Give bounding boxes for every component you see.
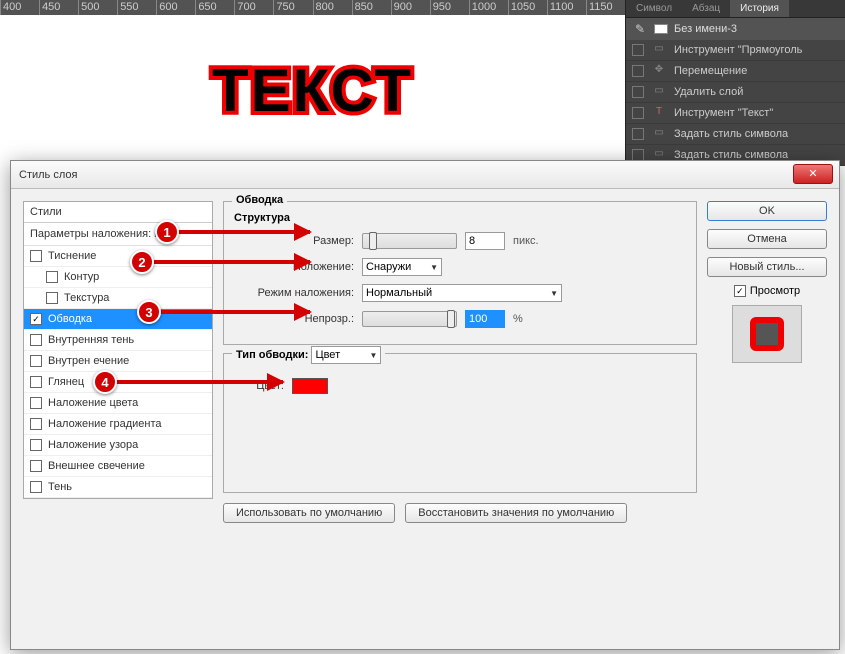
history-item[interactable]: ▭Инструмент "Прямоуголь: [626, 40, 845, 61]
blend-mode-select[interactable]: Нормальный▼: [362, 284, 562, 302]
text-style-icon: ▭: [652, 127, 666, 141]
document-canvas[interactable]: ТЕКСТ: [0, 15, 625, 165]
annotation-badge-4: 4: [93, 370, 117, 394]
style-item-inner-shadow[interactable]: Внутренняя тень: [24, 330, 212, 351]
color-swatch: [654, 24, 668, 34]
preview-thumbnail: [732, 305, 802, 363]
size-unit: пикс.: [513, 235, 539, 247]
checkbox[interactable]: [46, 292, 58, 304]
size-slider[interactable]: [362, 233, 457, 249]
text-tool-icon: T: [652, 106, 666, 120]
fieldset-legend: Обводка: [232, 194, 287, 206]
close-button[interactable]: ✕: [793, 164, 833, 184]
tab-history[interactable]: История: [730, 0, 789, 17]
chevron-down-icon: ▼: [370, 351, 378, 360]
delete-icon: ▭: [652, 85, 666, 99]
checkbox[interactable]: [30, 481, 42, 493]
brush-icon: ✎: [632, 21, 648, 37]
history-list: ▭Инструмент "Прямоуголь ✥Перемещение ▭Уд…: [626, 40, 845, 166]
annotation-badge-1: 1: [155, 220, 179, 244]
ok-button[interactable]: OK: [707, 201, 827, 221]
opacity-unit: %: [513, 313, 523, 325]
preview-checkbox[interactable]: [734, 285, 746, 297]
style-item-drop-shadow[interactable]: Тень: [24, 477, 212, 498]
history-item[interactable]: TИнструмент "Текст": [626, 103, 845, 124]
chevron-down-icon: ▼: [550, 289, 558, 298]
checkbox[interactable]: [30, 334, 42, 346]
style-item-contour[interactable]: Контур: [24, 267, 212, 288]
history-item[interactable]: ▭Задать стиль символа: [626, 124, 845, 145]
checkbox[interactable]: [30, 460, 42, 472]
new-style-button[interactable]: Новый стиль...: [707, 257, 827, 277]
opacity-input[interactable]: [465, 310, 505, 328]
chevron-down-icon: ▼: [430, 263, 438, 272]
preview-label: Просмотр: [750, 285, 800, 297]
checkbox[interactable]: [30, 250, 42, 262]
annotation-arrow: [175, 230, 310, 234]
history-item[interactable]: ✥Перемещение: [626, 61, 845, 82]
tab-symbol[interactable]: Символ: [626, 0, 682, 17]
reset-default-button[interactable]: Восстановить значения по умолчанию: [405, 503, 627, 523]
dialog-title: Стиль слоя: [19, 169, 77, 181]
checkbox[interactable]: [30, 313, 42, 325]
annotation-arrow: [150, 260, 310, 264]
horizontal-ruler: 4004505005506006507007508008509009501000…: [0, 0, 625, 15]
style-item-texture[interactable]: Текстура: [24, 288, 212, 309]
style-item-gradient-overlay[interactable]: Наложение градиента: [24, 414, 212, 435]
blend-options-row[interactable]: Параметры наложения: п: [24, 223, 212, 246]
checkbox[interactable]: [30, 355, 42, 367]
opacity-slider[interactable]: [362, 311, 457, 327]
size-input[interactable]: [465, 232, 505, 250]
move-icon: ✥: [652, 64, 666, 78]
sample-text: ТЕКСТ: [212, 56, 413, 125]
fieldset-legend: Тип обводки: Цвет▼: [232, 346, 385, 364]
stroke-type-select[interactable]: Цвет▼: [311, 346, 381, 364]
checkbox[interactable]: [30, 418, 42, 430]
document-name-row: ✎ Без имени-3: [626, 18, 845, 40]
use-default-button[interactable]: Использовать по умолчанию: [223, 503, 395, 523]
rectangle-icon: ▭: [652, 43, 666, 57]
annotation-arrow: [113, 380, 283, 384]
checkbox[interactable]: [46, 271, 58, 283]
color-swatch[interactable]: [292, 378, 328, 394]
style-item-outer-glow[interactable]: Внешнее свечение: [24, 456, 212, 477]
checkbox[interactable]: [30, 439, 42, 451]
checkbox[interactable]: [30, 397, 42, 409]
styles-header: Стили: [24, 202, 212, 223]
dialog-titlebar[interactable]: Стиль слоя ✕: [11, 161, 839, 189]
tab-paragraph[interactable]: Абзац: [682, 0, 730, 17]
style-item-pattern-overlay[interactable]: Наложение узора: [24, 435, 212, 456]
style-item-color-overlay[interactable]: Наложение цвета: [24, 393, 212, 414]
annotation-arrow: [158, 310, 310, 314]
stroke-type-fieldset: Тип обводки: Цвет▼ Цвет:: [223, 353, 697, 493]
blend-mode-label: Режим наложения:: [234, 287, 354, 299]
history-item[interactable]: ▭Удалить слой: [626, 82, 845, 103]
annotation-badge-3: 3: [137, 300, 161, 324]
layer-style-dialog: Стиль слоя ✕ Стили Параметры наложения: …: [10, 160, 840, 650]
style-item-inner-glow[interactable]: Внутрен ечение: [24, 351, 212, 372]
checkbox[interactable]: [30, 376, 42, 388]
cancel-button[interactable]: Отмена: [707, 229, 827, 249]
position-select[interactable]: Снаружи▼: [362, 258, 442, 276]
annotation-badge-2: 2: [130, 250, 154, 274]
